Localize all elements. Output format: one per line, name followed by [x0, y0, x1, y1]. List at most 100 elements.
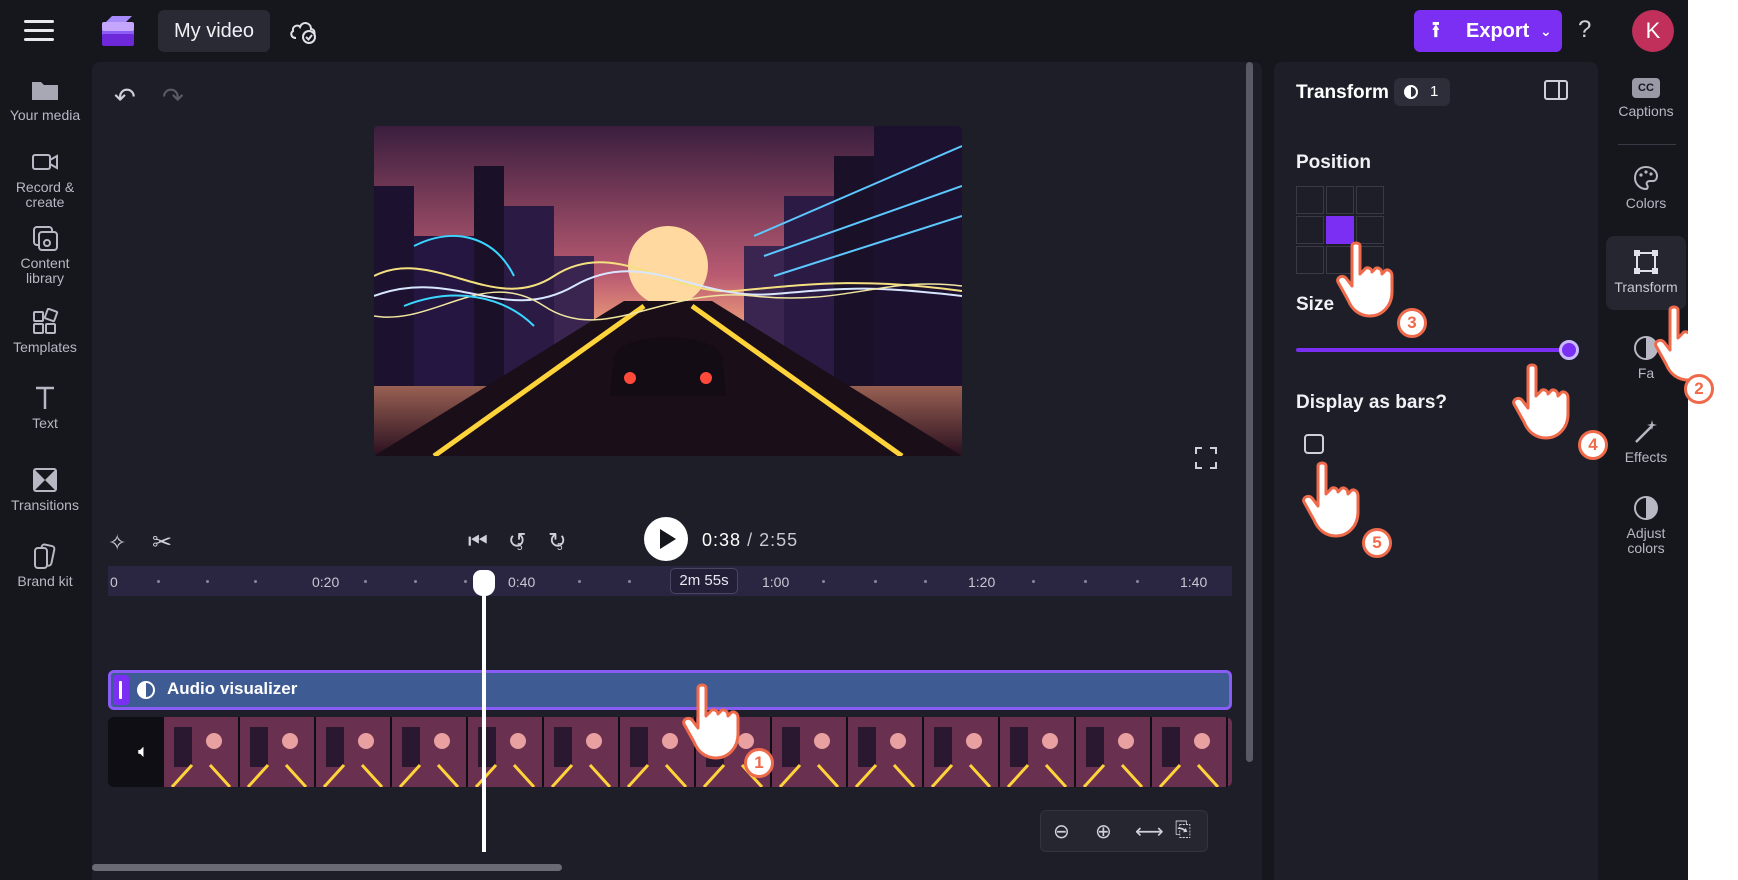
duration-badge: 2m 55s	[670, 568, 738, 594]
adjust-colors-icon	[1632, 494, 1660, 522]
playhead-line[interactable]	[482, 590, 486, 852]
video-preview[interactable]	[374, 126, 962, 456]
playhead-handle[interactable]	[473, 570, 495, 596]
timecode: 0:38 / 2:55	[702, 530, 798, 551]
rail-item-label: Effects	[1624, 449, 1668, 465]
ruler-label: 0:20	[312, 574, 340, 590]
ruler-label: 0:40	[508, 574, 536, 590]
position-bottom-left[interactable]	[1296, 246, 1324, 274]
avatar[interactable]: K	[1632, 10, 1674, 52]
help-icon[interactable]: ?	[1578, 16, 1591, 44]
audio-visualizer-clip[interactable]: Audio visualizer	[108, 670, 1232, 710]
camera-icon	[30, 148, 60, 176]
folder-icon	[30, 76, 60, 104]
sidebar-item-brand-kit[interactable]: Brand kit	[0, 542, 90, 589]
rail-item-captions[interactable]: CC Captions	[1606, 78, 1686, 119]
rail-item-transform[interactable]: Transform	[1606, 236, 1686, 310]
brand-kit-icon	[30, 542, 60, 570]
position-top-center[interactable]	[1326, 186, 1354, 214]
size-slider-track[interactable]	[1296, 348, 1568, 352]
sidebar-item-label: Content library	[20, 255, 70, 286]
position-top-left[interactable]	[1296, 186, 1324, 214]
rail-item-adjust-colors[interactable]: Adjust colors	[1606, 494, 1686, 556]
rewind-5-icon[interactable]: ↺ 5	[508, 528, 526, 554]
effects-icon	[1632, 418, 1660, 446]
speaker-icon[interactable]: 🔈︎	[138, 741, 149, 762]
templates-icon	[30, 307, 60, 336]
app-logo-icon	[100, 14, 136, 48]
cloud-saved-icon[interactable]	[288, 18, 318, 44]
left-sidebar: Your media Record & create Content libra…	[0, 62, 90, 880]
video-clip[interactable]: 🔈︎	[108, 717, 1232, 787]
scissors-icon[interactable]: ✂	[152, 528, 172, 557]
fullscreen-icon[interactable]	[1194, 446, 1218, 470]
export-label: Export	[1466, 20, 1530, 42]
sidebar-item-record-create[interactable]: Record & create	[0, 148, 90, 210]
rail-item-colors[interactable]: Colors	[1606, 164, 1686, 211]
sidebar-item-label: Transitions	[11, 497, 79, 513]
zoom-out-icon[interactable]: ⊖	[1053, 819, 1070, 844]
project-title[interactable]: My video	[158, 10, 270, 52]
pointer-hand-icon	[1296, 460, 1366, 540]
sidebar-item-templates[interactable]: Templates	[0, 307, 90, 355]
expand-timeline-icon[interactable]: ⎘	[1175, 819, 1191, 842]
pointer-hand-icon	[676, 682, 746, 762]
library-icon	[30, 224, 60, 252]
clip-trim-handle[interactable]	[113, 675, 129, 705]
ruler-dot	[1136, 580, 1139, 583]
ruler-label: 1:40	[1180, 574, 1208, 590]
ruler-label: 0	[110, 574, 118, 590]
step-badge: 2	[1684, 374, 1714, 404]
rail-item-label: Adjust colors	[1626, 525, 1666, 556]
fit-timeline-icon[interactable]: ⟷	[1135, 819, 1164, 844]
pointer-hand-icon	[1330, 240, 1400, 320]
sidebar-item-text[interactable]: Text	[0, 384, 90, 431]
hamburger-menu-icon[interactable]	[24, 20, 54, 42]
layer-badge: 1	[1394, 78, 1450, 106]
ruler-dot	[254, 580, 257, 583]
magic-sparkle-icon[interactable]: ✧	[108, 530, 126, 556]
pointer-hand-icon	[1506, 362, 1576, 442]
ruler-label: 1:20	[968, 574, 996, 590]
redo-icon[interactable]: ↷	[162, 82, 184, 113]
size-slider-thumb[interactable]	[1559, 340, 1579, 360]
step-badge: 1	[744, 748, 774, 778]
horizontal-scrollbar[interactable]	[92, 864, 562, 871]
sidebar-item-content-library[interactable]: Content library	[0, 224, 90, 286]
clip-label: Audio visualizer	[167, 679, 298, 698]
sidebar-item-label: Record & create	[15, 179, 75, 210]
total-time: / 2:55	[747, 530, 799, 550]
ruler-dot	[1084, 580, 1087, 583]
current-time: 0:38	[702, 530, 742, 550]
ruler-dot	[414, 580, 417, 583]
ruler-dot	[364, 580, 367, 583]
clipchamp-editor: My video ⭱ Export ⌄ ? K Your media Recor…	[0, 0, 1688, 880]
zoom-in-icon[interactable]: ⊕	[1095, 819, 1112, 844]
collapse-panel-icon[interactable]	[1544, 80, 1568, 100]
chevron-down-icon: ⌄	[1540, 23, 1552, 39]
ruler-dot	[924, 580, 927, 583]
sidebar-item-label: Templates	[13, 339, 77, 355]
forward-5-icon[interactable]: ↻ 5	[548, 528, 566, 554]
sidebar-item-your-media[interactable]: Your media	[0, 76, 90, 123]
play-button[interactable]	[644, 517, 688, 561]
vertical-scrollbar[interactable]	[1246, 62, 1253, 762]
step-badge: 4	[1578, 430, 1608, 460]
palette-icon	[1632, 164, 1660, 192]
skip-to-start-icon[interactable]: ⏮	[468, 528, 488, 554]
layer-count: 1	[1430, 83, 1439, 100]
position-middle-left[interactable]	[1296, 216, 1324, 244]
rail-divider	[1618, 144, 1676, 145]
rewind-seconds: 5	[517, 542, 523, 553]
undo-icon[interactable]: ↶	[114, 82, 136, 113]
rail-item-effects[interactable]: Effects	[1606, 418, 1686, 465]
sidebar-item-transitions[interactable]: Transitions	[0, 466, 90, 513]
export-button[interactable]: ⭱ Export ⌄	[1414, 10, 1562, 52]
position-top-right[interactable]	[1356, 186, 1384, 214]
size-label: Size	[1296, 294, 1335, 315]
display-bars-checkbox[interactable]	[1304, 434, 1324, 454]
timeline-ruler[interactable]: 0 0:20 0:40 2m 55s 1:00 1:20 1:40	[108, 566, 1232, 596]
rail-item-label: Transform	[1614, 279, 1678, 295]
top-bar: My video ⭱ Export ⌄ ? K	[0, 0, 1688, 62]
position-label: Position	[1296, 152, 1371, 173]
